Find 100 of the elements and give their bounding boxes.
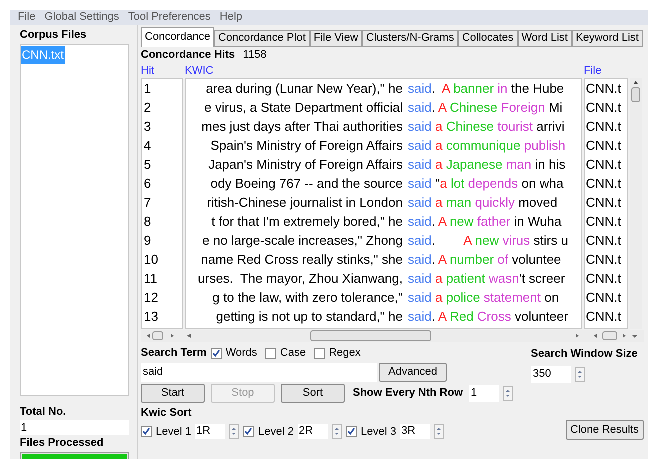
hit-number: 2 bbox=[143, 99, 152, 117]
spinner-arrows-icon[interactable] bbox=[434, 424, 444, 440]
left-context: g to the law, with zero tolerance," bbox=[212, 289, 404, 307]
left-context: Japan's Ministry of Foreign Affairs bbox=[208, 156, 404, 174]
sort-level-field[interactable]: 2R bbox=[298, 424, 328, 440]
file-cell-text: CNN.t bbox=[585, 251, 622, 269]
file-cell-text: CNN.t bbox=[585, 270, 622, 288]
left-context: ritish-Chinese journalist in London bbox=[206, 194, 404, 212]
left-context: urses. The mayor, Zhou Xianwang, bbox=[197, 270, 404, 288]
tab[interactable]: Concordance bbox=[141, 27, 214, 47]
file-cell-text: CNN.t bbox=[585, 194, 622, 212]
nth-row-field[interactable]: 1 bbox=[469, 385, 500, 402]
sort-level-field[interactable]: 1R bbox=[195, 424, 226, 440]
checkbox[interactable] bbox=[314, 348, 326, 359]
column-header[interactable]: File bbox=[584, 63, 628, 78]
hit-number: 11 bbox=[143, 270, 158, 288]
right-context: . A new father in Wuha bbox=[432, 213, 562, 231]
file-cell-text: CNN.t bbox=[585, 308, 622, 326]
checkbox[interactable] bbox=[265, 348, 276, 359]
file-cell-text: CNN.t bbox=[585, 175, 622, 193]
file-cell-text: CNN.t bbox=[585, 289, 622, 307]
tab[interactable]: Keyword List bbox=[572, 30, 643, 47]
left-context: mes just days after Thai authorities bbox=[200, 118, 404, 136]
right-context: . A Chinese Foreign Mi bbox=[432, 99, 563, 117]
right-context: a Japanese man in his bbox=[434, 156, 566, 174]
clone-results-button[interactable]: Clone Results bbox=[566, 420, 644, 440]
spinner-arrows-icon[interactable] bbox=[503, 386, 514, 401]
column-header[interactable]: Hit bbox=[141, 63, 183, 78]
menu-item[interactable]: Tool Preferences bbox=[128, 9, 211, 26]
hit-number: 5 bbox=[143, 156, 152, 174]
keyword: said bbox=[408, 289, 432, 307]
keyword: said bbox=[408, 118, 432, 136]
left-context: getting is not up to standard," he bbox=[215, 308, 404, 326]
right-context: a Chinese tourist arrivi bbox=[434, 118, 565, 136]
keyword: said bbox=[408, 251, 432, 269]
window-size-field[interactable]: 350 bbox=[531, 366, 571, 382]
advanced-button[interactable]: Advanced bbox=[379, 363, 447, 382]
left-context: e virus, a State Department official bbox=[204, 99, 404, 117]
file-cell-text: CNN.t bbox=[585, 137, 622, 155]
keyword: said bbox=[408, 175, 432, 193]
tab[interactable]: Collocates bbox=[458, 30, 518, 47]
hit-number: 3 bbox=[143, 118, 152, 136]
file-cell-text: CNN.t bbox=[585, 99, 622, 117]
keyword: said bbox=[408, 232, 432, 250]
file-cell-text: CNN.t bbox=[585, 156, 622, 174]
checkbox-label: Level 3 bbox=[360, 424, 396, 440]
checkbox[interactable] bbox=[346, 426, 357, 438]
checkbox-label: Level 1 bbox=[156, 424, 192, 440]
left-context: area during (Lunar New Year)," he bbox=[205, 80, 404, 98]
spinner-arrows-icon[interactable] bbox=[575, 366, 585, 382]
hit-number: 12 bbox=[143, 289, 160, 307]
checkbox[interactable] bbox=[243, 426, 254, 438]
action-button[interactable]: Sort bbox=[281, 384, 345, 403]
horizontal-scrollbar[interactable] bbox=[141, 330, 644, 342]
scroll-up-icon[interactable] bbox=[634, 81, 638, 84]
checkbox[interactable] bbox=[141, 426, 152, 438]
menu-item[interactable]: File bbox=[18, 9, 36, 26]
right-context: . A new virus stirs u bbox=[432, 232, 568, 250]
action-button[interactable]: Start bbox=[141, 384, 205, 403]
hit-number: 10 bbox=[143, 251, 160, 269]
tab[interactable]: Concordance Plot bbox=[214, 30, 310, 47]
spinner-arrows-icon[interactable] bbox=[332, 424, 342, 440]
right-context: . A number of voluntee bbox=[432, 251, 562, 269]
checkbox[interactable] bbox=[210, 348, 222, 359]
vertical-scrollbar[interactable] bbox=[630, 78, 642, 329]
search-field[interactable]: said bbox=[141, 363, 377, 382]
hit-number: 9 bbox=[143, 232, 152, 250]
tab[interactable]: File View bbox=[310, 30, 362, 47]
nth-row-label: Show Every Nth Row bbox=[353, 386, 464, 402]
spinner-arrows-icon[interactable] bbox=[229, 424, 240, 440]
left-context: Spain's Ministry of Foreign Affairs bbox=[210, 137, 404, 155]
right-context: a communique publish bbox=[434, 137, 566, 155]
scrollbar-thumb[interactable] bbox=[632, 88, 640, 102]
right-context: . A banner in the Hube bbox=[432, 80, 564, 98]
tab[interactable]: Word List bbox=[518, 30, 572, 47]
hits-count: 1158 bbox=[243, 48, 267, 63]
right-context: "a lot depends on wha bbox=[434, 175, 564, 193]
hits-label: Concordance Hits bbox=[141, 48, 236, 63]
right-context: a patient wasn't screer bbox=[434, 270, 566, 288]
window-size-label: Search Window Size bbox=[531, 347, 639, 362]
hit-number: 6 bbox=[143, 175, 152, 193]
processed-label: Files Processed bbox=[20, 436, 105, 451]
sort-level-field[interactable]: 3R bbox=[400, 424, 430, 440]
right-context: a man quickly moved bbox=[434, 194, 558, 212]
keyword: said bbox=[408, 156, 432, 174]
keyword: said bbox=[408, 194, 432, 212]
keyword: said bbox=[408, 99, 432, 117]
column-header[interactable]: KWIC bbox=[185, 63, 582, 78]
keyword: said bbox=[408, 137, 432, 155]
menu-item[interactable]: Global Settings bbox=[44, 9, 120, 26]
tab[interactable]: Clusters/N-Grams bbox=[362, 30, 458, 47]
keyword: said bbox=[408, 80, 432, 98]
checkbox-label: Words bbox=[226, 346, 258, 362]
menu-item[interactable]: Help bbox=[220, 9, 243, 26]
right-context: . A Red Cross volunteer bbox=[432, 308, 568, 326]
panel-title: Corpus Files bbox=[20, 28, 88, 43]
checkbox-label: Level 2 bbox=[258, 424, 294, 440]
hit-number: 8 bbox=[143, 213, 152, 231]
file-cell-text: CNN.t bbox=[585, 213, 622, 231]
keyword: said bbox=[408, 213, 432, 231]
